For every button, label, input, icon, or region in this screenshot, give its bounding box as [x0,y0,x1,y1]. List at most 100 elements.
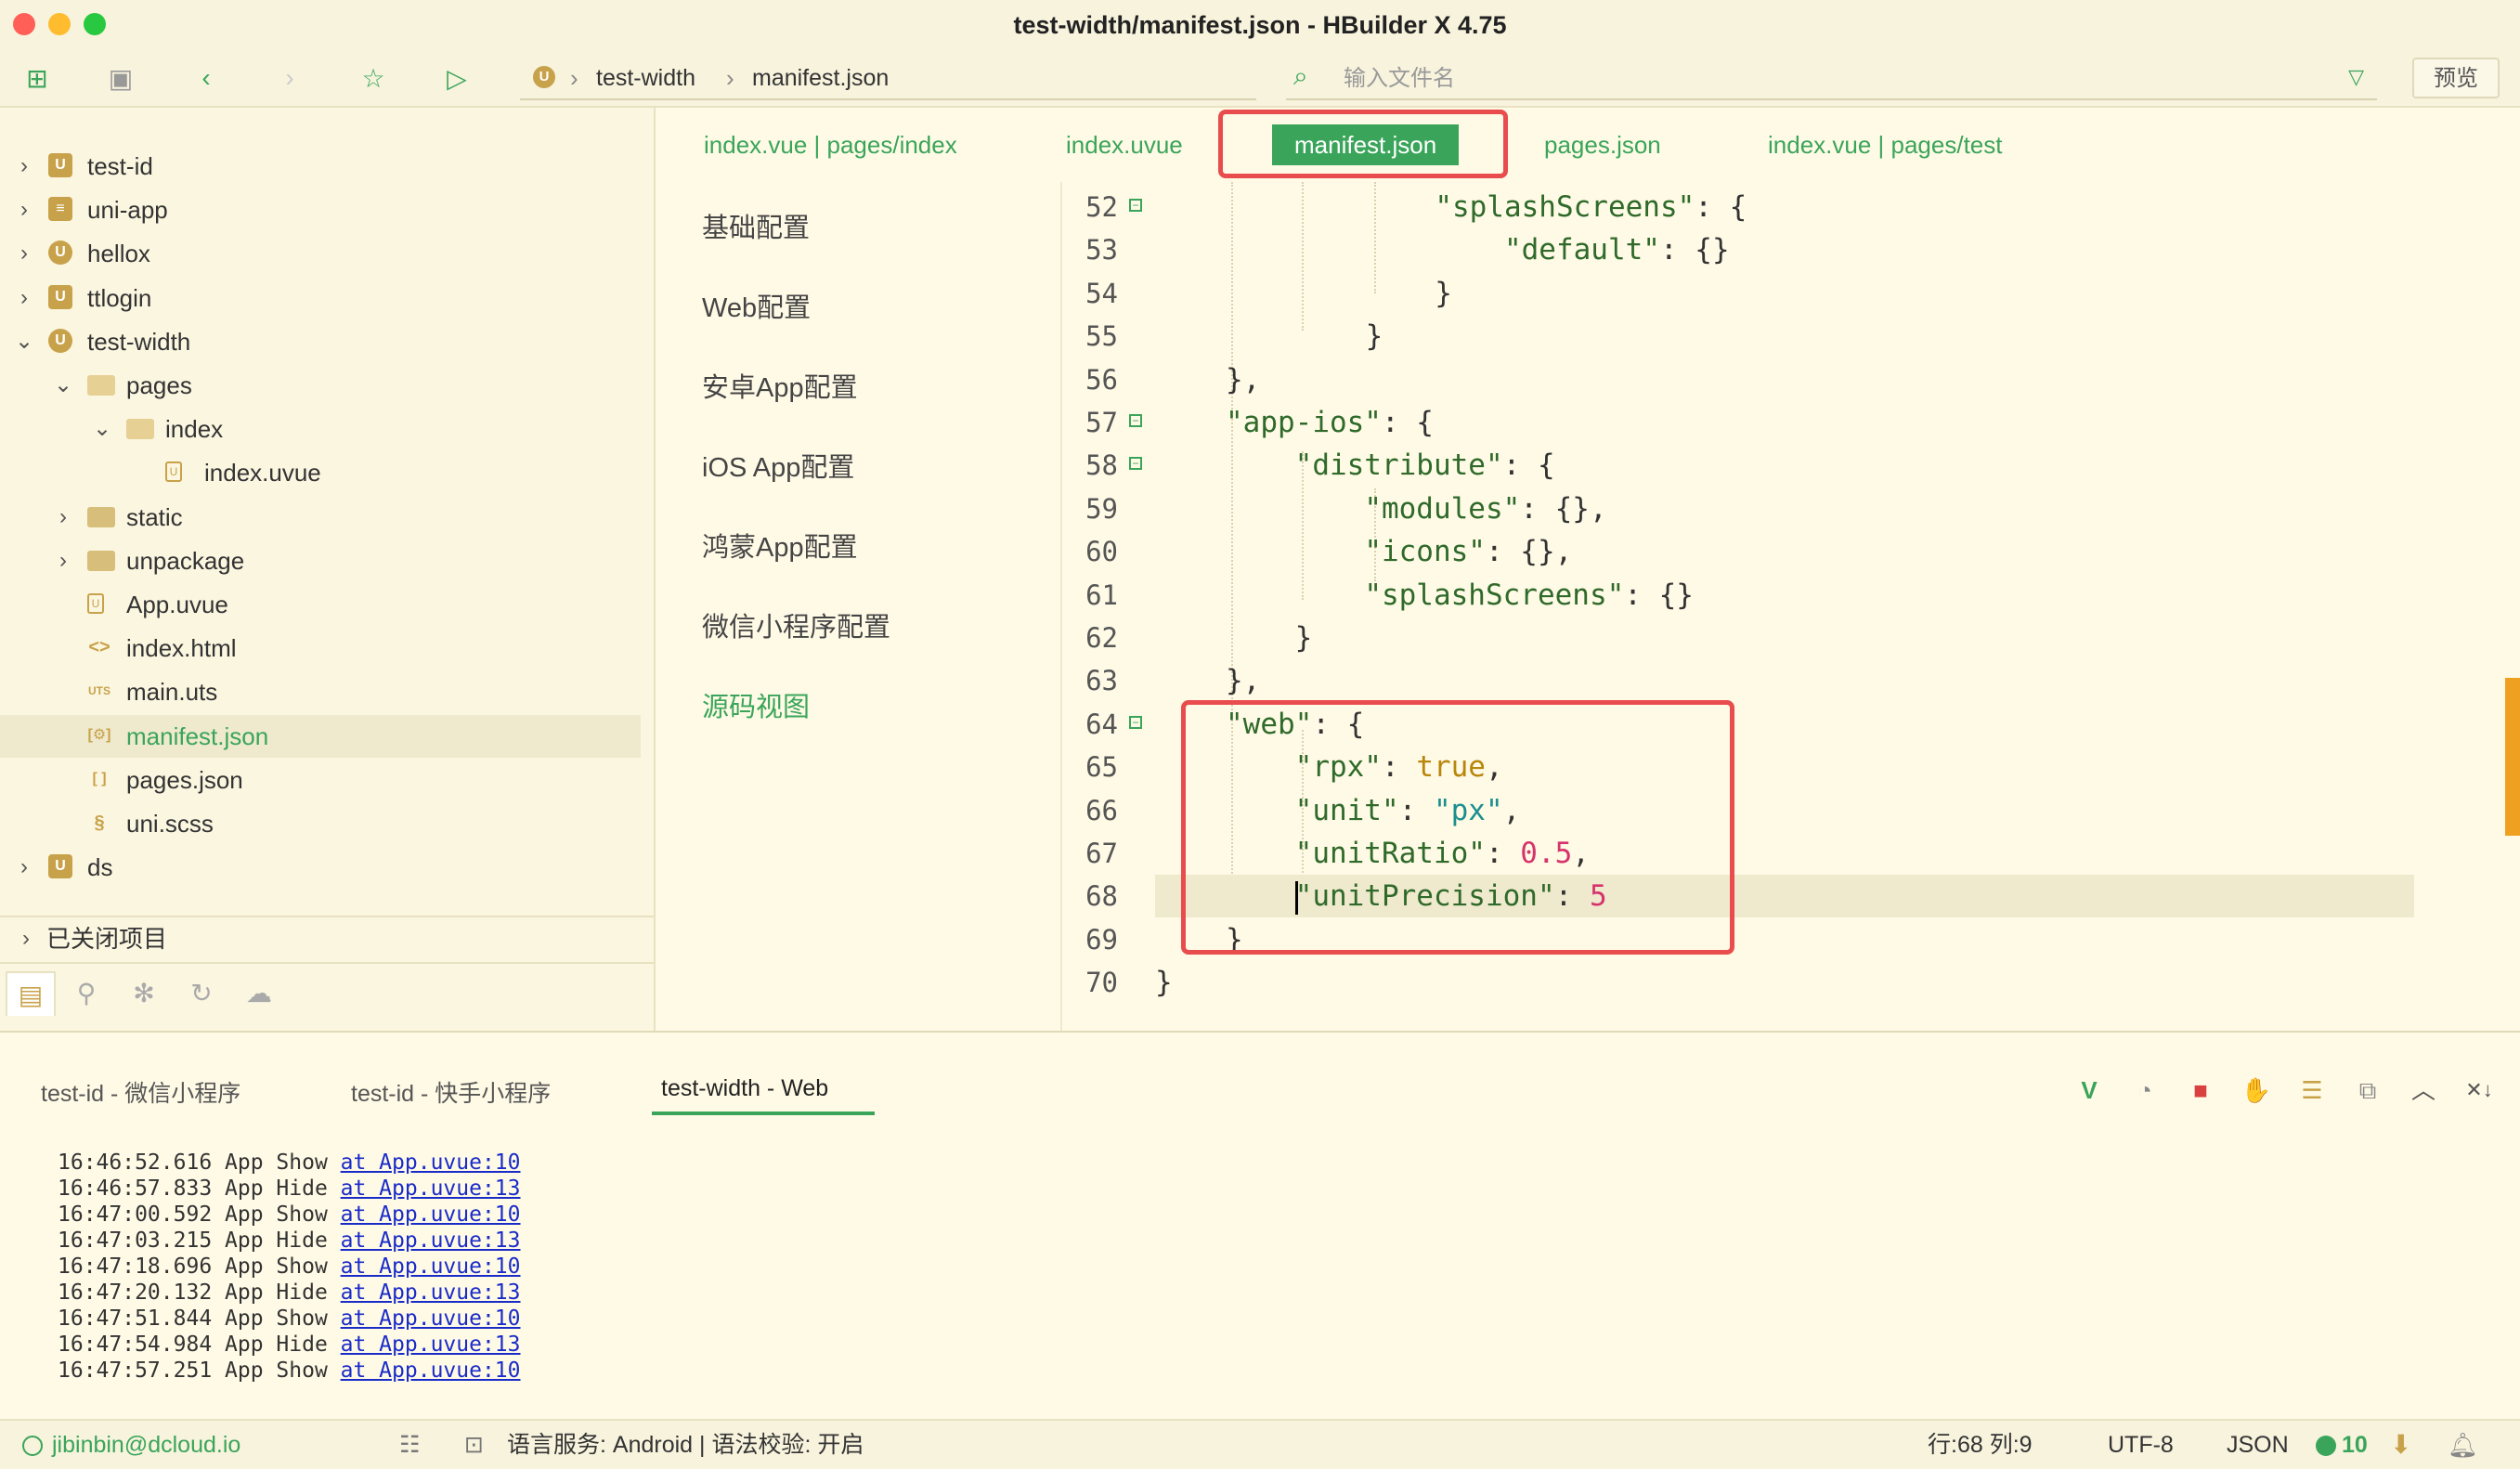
code-text[interactable]: "unitPrecision": 5 [1226,875,1607,917]
tree-item-index[interactable]: ⌄ index [0,408,641,450]
nav-source-view[interactable]: 源码视图 [702,685,810,724]
update-badge[interactable]: 10 [2316,1421,2368,1469]
file-search-input[interactable] [1342,61,2293,97]
log-source-link[interactable]: at App.uvue:10 [341,1150,521,1175]
stop-icon[interactable]: ■ [2182,1072,2219,1109]
fold-toggle-icon[interactable]: − [1129,414,1142,427]
fold-toggle-icon[interactable]: − [1129,457,1142,471]
nav-android-app-config[interactable]: 安卓App配置 [702,366,858,405]
bell-icon[interactable]: 🔔︎ [2448,1421,2478,1469]
code-text[interactable]: "rpx": true, [1226,746,1503,788]
nav-basic-config[interactable]: 基础配置 [702,206,810,245]
tree-item-index-uvue[interactable]: Uindex.uvue [0,451,641,494]
code-text[interactable]: } [1226,617,1313,659]
log-source-link[interactable]: at App.uvue:10 [341,1306,521,1331]
tree-item-unpackage[interactable]: › unpackage [0,540,641,582]
tree-item-test-width[interactable]: ⌄ Utest-width [0,320,641,363]
chevron-right-icon[interactable]: › [13,277,35,319]
code-text[interactable]: }, [1226,358,1260,401]
tab-manifest-json[interactable]: manifest.json [1272,124,1460,165]
nav-ios-app-config[interactable]: iOS App配置 [702,446,854,485]
save-icon[interactable]: ▣ [104,61,137,95]
log-source-link[interactable]: at App.uvue:10 [341,1202,521,1227]
outline-list-icon[interactable]: ☷ [399,1421,420,1469]
code-text[interactable]: "default": {} [1296,228,1730,271]
tab-index-vue-pages-index[interactable]: index.vue | pages/index [704,108,957,182]
cursor-position[interactable]: 行:68 列:9 [1928,1421,2033,1469]
chevron-right-icon[interactable]: › [13,232,35,275]
chevron-down-icon[interactable]: ⌄ [13,320,35,363]
file-encoding[interactable]: UTF-8 [2108,1421,2174,1469]
tree-item-ttlogin[interactable]: › Uttlogin [0,277,641,319]
search-log-icon[interactable]: ☰ [2293,1072,2331,1109]
log-source-link[interactable]: at App.uvue:13 [341,1176,521,1201]
tree-item-static[interactable]: › static [0,496,641,539]
chevron-down-icon[interactable]: ⌄ [52,364,74,407]
star-icon[interactable]: ☆ [357,61,390,95]
tab-index-vue-pages-test[interactable]: index.vue | pages/test [1768,108,2002,182]
tree-item-uni-scss[interactable]: § uni.scss [0,802,641,845]
new-file-icon[interactable]: ⊞ [20,61,54,95]
nav-wechat-miniprogram-config[interactable]: 微信小程序配置 [702,605,890,644]
code-text[interactable]: } [1296,272,1452,315]
terminal-icon[interactable]: ⊡ [464,1421,484,1469]
log-source-link[interactable]: at App.uvue:13 [341,1332,521,1357]
code-text[interactable]: "icons": {}, [1226,530,1572,573]
chevron-right-icon[interactable]: › [52,496,74,539]
chevron-up-icon[interactable]: ︿ [2405,1072,2442,1109]
clear-console-icon[interactable]: ✕↓ [2461,1072,2498,1109]
tree-item-main-uts[interactable]: UTS main.uts [0,670,641,713]
tree-item-hellox[interactable]: › Uhellox [0,232,641,275]
console-tab-test-width-web[interactable]: test-width - Web [652,1075,876,1115]
code-text[interactable]: "app-ios": { [1226,401,1434,444]
bike-icon[interactable]: ⚲ [63,971,110,1014]
breadcrumb-project[interactable]: test-width [596,58,695,98]
nav-harmony-app-config[interactable]: 鸿蒙App配置 [702,526,858,565]
chevron-down-icon[interactable]: ⌄ [91,408,113,450]
open-external-icon[interactable]: ⧉ [2349,1072,2386,1109]
code-text[interactable]: "modules": {}, [1226,488,1606,530]
code-text[interactable]: "splashScreens": {} [1226,574,1694,617]
source-control-icon[interactable]: ↻ [178,971,225,1014]
code-text[interactable]: "unit": "px", [1226,789,1521,832]
closed-projects-section[interactable]: › 已关闭项目 [0,916,654,960]
tree-item-uni-app[interactable]: › ≡ uni-app [0,188,641,231]
code-text[interactable]: "distribute": { [1226,444,1555,487]
console-tab-test-id-wechat[interactable]: test-id - 微信小程序 [41,1075,240,1109]
tree-item-pages[interactable]: ⌄ pages [0,364,641,407]
download-icon[interactable]: ⬇ [2390,1421,2411,1469]
chevron-right-icon[interactable]: › [13,846,35,889]
project-manager-tab-icon[interactable]: ▤ [6,971,56,1016]
code-text[interactable]: } [1226,918,1243,961]
forward-icon[interactable]: › [273,61,306,95]
debug-bug-icon[interactable]: ✻ [121,971,167,1014]
restart-run-icon[interactable]: ◔ [2126,1072,2163,1109]
vue-devtools-icon[interactable]: V [2071,1072,2108,1109]
log-source-link[interactable]: at App.uvue:13 [341,1228,521,1253]
tree-item-pages-json[interactable]: [ ] pages.json [0,759,641,801]
fold-toggle-icon[interactable]: − [1129,715,1142,729]
code-editor[interactable]: 52− "splashScreens": {53 "default": {} 54… [1062,182,2520,1031]
nav-web-config[interactable]: Web配置 [702,286,811,325]
tree-item-index-html[interactable]: <> index.html [0,627,641,670]
fold-toggle-icon[interactable]: − [1129,199,1142,212]
log-source-link[interactable]: at App.uvue:13 [341,1280,521,1305]
filter-icon[interactable]: ▽ [2348,65,2364,89]
code-text[interactable]: "splashScreens": { [1296,186,1747,228]
chevron-right-icon[interactable]: › [52,540,74,582]
code-text[interactable]: }, [1226,659,1260,702]
code-text[interactable]: "web": { [1226,703,1364,746]
code-text[interactable]: } [1296,315,1383,358]
run-icon[interactable]: ▷ [440,61,474,95]
tree-item-test-id[interactable]: › Utest-id [0,145,641,188]
code-text[interactable]: } [1155,961,1173,1004]
log-source-link[interactable]: at App.uvue:10 [341,1254,521,1279]
chevron-right-icon[interactable]: › [13,145,35,188]
editor-scrollbar-marker[interactable] [2505,678,2520,836]
code-text[interactable]: "unitRatio": 0.5, [1226,832,1590,875]
cloud-icon[interactable]: ☁ [236,971,282,1014]
log-source-link[interactable]: at App.uvue:10 [341,1358,521,1383]
tab-index-uvue[interactable]: index.uvue [1066,108,1183,182]
breadcrumb-file[interactable]: manifest.json [752,58,889,98]
file-language[interactable]: JSON [2227,1421,2289,1469]
